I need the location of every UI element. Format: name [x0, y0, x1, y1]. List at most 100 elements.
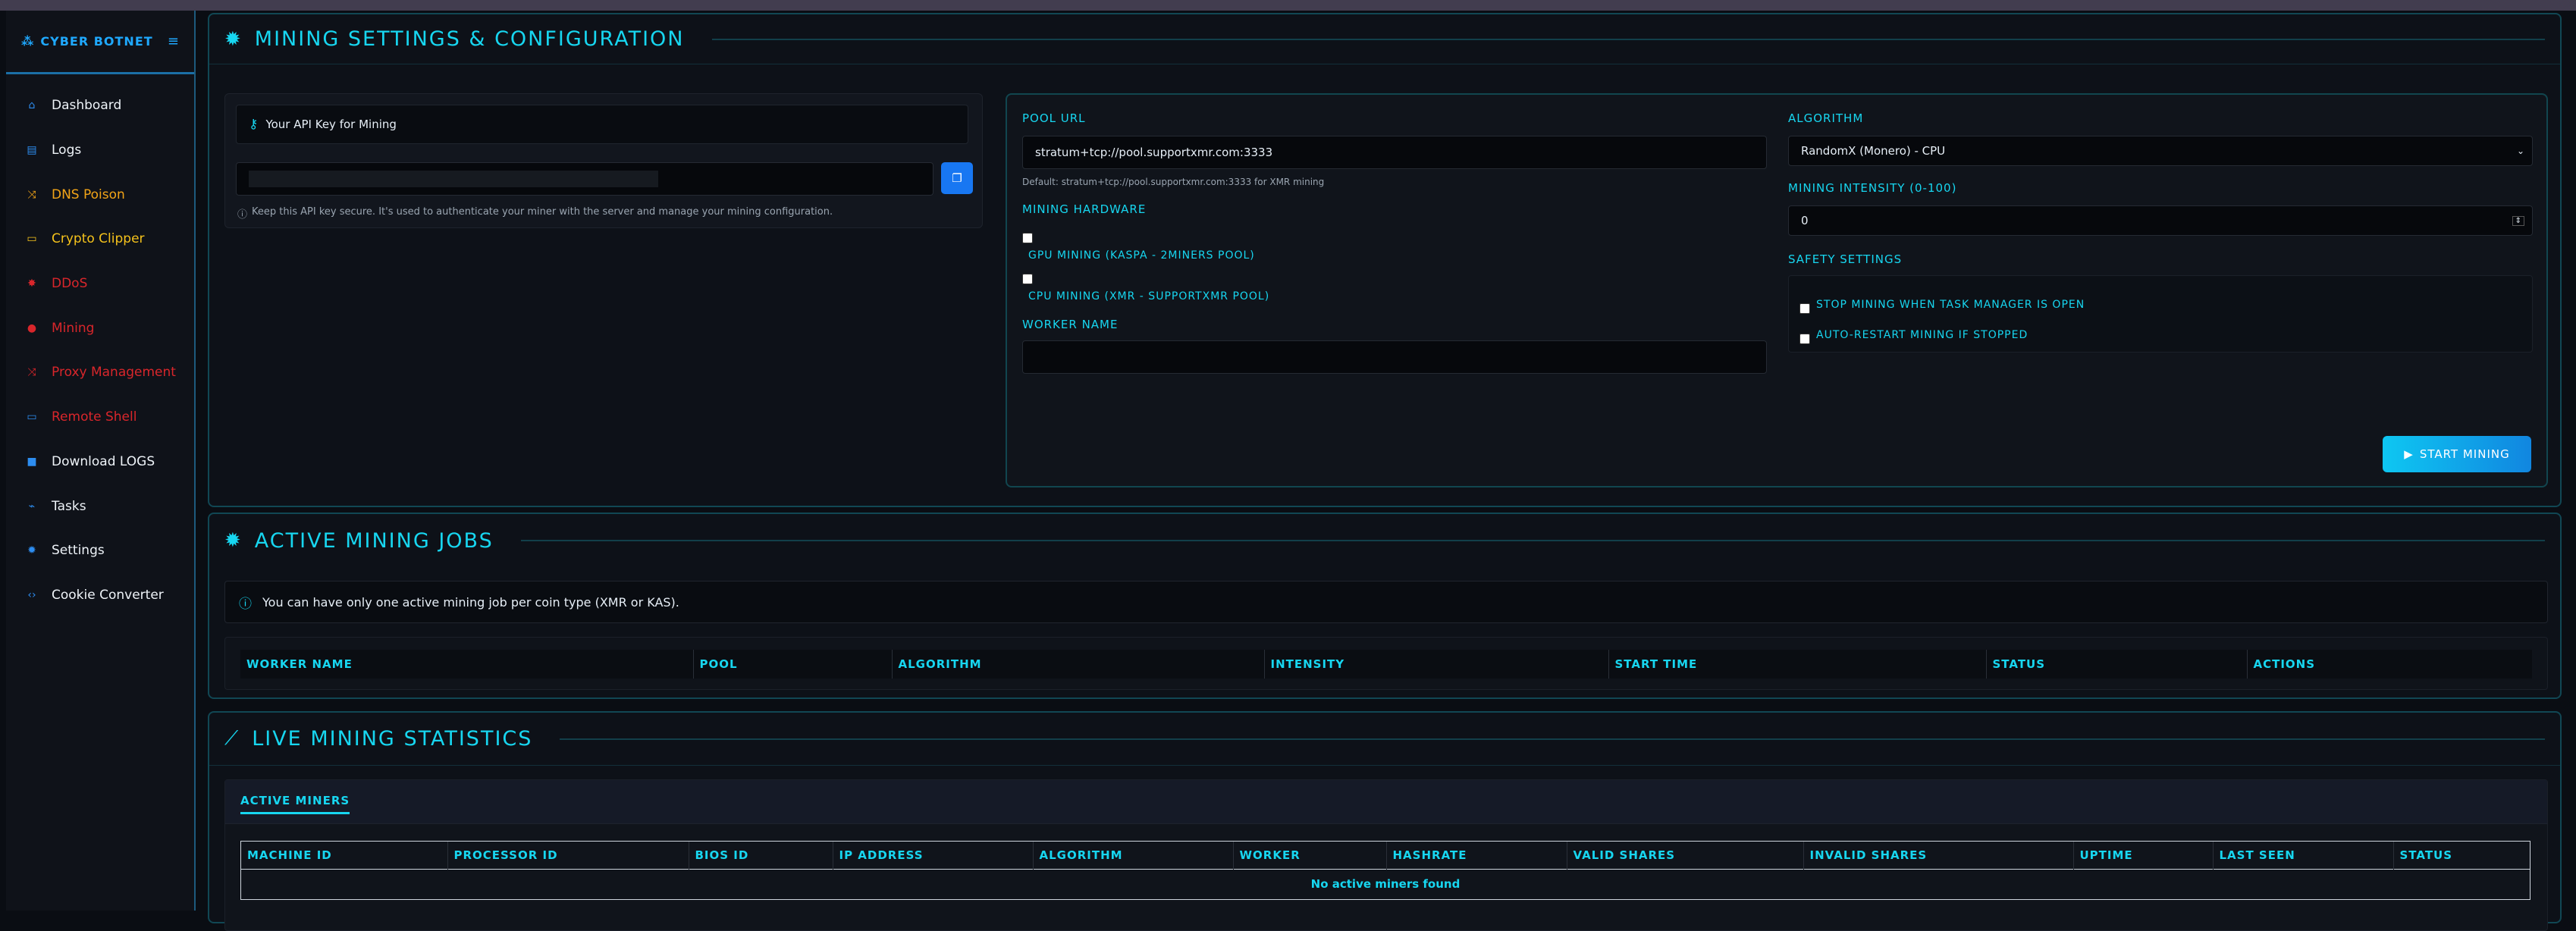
start-mining-label: START MINING	[2419, 447, 2510, 461]
card-icon: ▭	[27, 233, 37, 246]
key-icon: ⚷	[249, 117, 259, 132]
stats-card: ACTIVE MINERS MACHINE ID PROCESSOR ID BI…	[224, 779, 2548, 931]
title-divider	[520, 540, 2545, 541]
title-divider	[711, 38, 2545, 40]
info-icon: ⓘ	[239, 596, 252, 612]
stop-on-taskmgr-label[interactable]: STOP MINING WHEN TASK MANAGER IS OPEN	[1816, 299, 2085, 311]
sidebar-item-label: Mining	[52, 320, 95, 336]
tab-active-miners-label: ACTIVE MINERS	[240, 794, 350, 807]
info-icon: ⓘ	[237, 209, 248, 221]
live-stats-panel: ⟋ LIVE MINING STATISTICS ACTIVE MINERS M…	[208, 711, 2562, 931]
auto-restart-checkbox[interactable]	[1799, 334, 1810, 344]
sidebar-item-crypto-clipper[interactable]: ▭ Crypto Clipper	[6, 217, 194, 262]
square-icon: ■	[27, 455, 37, 468]
gpu-mining-checkbox[interactable]	[1022, 233, 1033, 243]
col-intensity[interactable]: INTENSITY	[1264, 650, 1609, 679]
pool-url-input[interactable]: stratum+tcp://pool.supportxmr.com:3333	[1022, 136, 1767, 169]
col-actions[interactable]: ACTIONS	[2247, 650, 2532, 679]
circle-icon: ●	[27, 321, 37, 334]
api-key-field[interactable]	[236, 162, 933, 196]
sidebar-item-ddos[interactable]: ✸ DDoS	[6, 262, 194, 306]
auto-restart-label[interactable]: AUTO-RESTART MINING IF STOPPED	[1816, 329, 2028, 341]
brand[interactable]: ⁂ CYBER BOTNET	[21, 34, 153, 49]
section-header: ✹ ACTIVE MINING JOBS	[209, 514, 2560, 567]
gpu-mining-label[interactable]: GPU MINING (KASPA - 2MINERS POOL)	[1028, 249, 1255, 262]
shuffle-icon: ⤨	[27, 366, 36, 379]
col-start-time[interactable]: START TIME	[1608, 650, 1987, 679]
api-key-card: ⚷ Your API Key for Mining ❐ ⓘ Keep this …	[224, 93, 983, 228]
col-pool[interactable]: POOL	[693, 650, 893, 679]
col-ip-address[interactable]: IP ADDRESS	[833, 842, 1034, 869]
shuffle-icon: ⤨	[27, 188, 36, 201]
pool-url-value: stratum+tcp://pool.supportxmr.com:3333	[1035, 146, 1273, 159]
col-worker[interactable]: WORKER	[1233, 842, 1387, 869]
col-status[interactable]: STATUS	[2393, 842, 2530, 869]
col-bios-id[interactable]: BIOS ID	[689, 842, 833, 869]
sidebar-item-logs[interactable]: ▤ Logs	[6, 128, 194, 173]
hamburger-icon[interactable]: ≡	[168, 33, 179, 49]
copy-icon: ❐	[952, 171, 962, 185]
col-status[interactable]: STATUS	[1986, 650, 2248, 679]
start-mining-button[interactable]: ▶ START MINING	[2383, 436, 2531, 472]
tab-active-miners[interactable]: ACTIVE MINERS	[240, 794, 350, 814]
api-key-mask	[249, 171, 658, 187]
sidebar-item-dashboard[interactable]: ⌂ Dashboard	[6, 83, 194, 128]
worker-name-label: WORKER NAME	[1022, 318, 1119, 331]
api-key-note-text: Keep this API key secure. It's used to a…	[252, 206, 833, 218]
sidebar-item-mining[interactable]: ● Mining	[6, 306, 194, 350]
stepper-icon[interactable]: ⇕	[2512, 215, 2524, 226]
col-worker-name[interactable]: WORKER NAME	[240, 650, 694, 679]
gear-icon: ✹	[224, 529, 243, 552]
col-machine-id[interactable]: MACHINE ID	[241, 842, 448, 869]
hardware-label: MINING HARDWARE	[1022, 202, 1147, 216]
sidebar-item-proxy-management[interactable]: ⤨ Proxy Management	[6, 350, 194, 395]
network-icon: ⁂	[21, 34, 35, 49]
copy-button[interactable]: ❐	[941, 162, 973, 194]
sidebar-item-cookie-converter[interactable]: ‹› Cookie Converter	[6, 573, 194, 618]
api-key-label: Your API Key for Mining	[265, 118, 397, 131]
api-key-header: ⚷ Your API Key for Mining	[236, 105, 968, 144]
chart-icon: ⌁	[28, 500, 36, 513]
sidebar-header: ⁂ CYBER BOTNET ≡	[6, 11, 194, 74]
jobs-table: WORKER NAME POOL ALGORITHM INTENSITY STA…	[240, 650, 2532, 679]
jobs-table-wrap: WORKER NAME POOL ALGORITHM INTENSITY STA…	[224, 637, 2548, 690]
jobs-info-box: ⓘ You can have only one active mining jo…	[224, 581, 2548, 623]
monitor-icon: ▭	[27, 411, 37, 424]
sidebar-item-label: Settings	[52, 543, 105, 559]
sidebar-item-label: Proxy Management	[52, 365, 176, 381]
col-invalid-shares[interactable]: INVALID SHARES	[1803, 842, 2074, 869]
cpu-mining-label[interactable]: CPU MINING (XMR - SUPPORTXMR POOL)	[1028, 290, 1269, 302]
intensity-label: MINING INTENSITY (0-100)	[1788, 181, 1957, 195]
sidebar-item-remote-shell[interactable]: ▭ Remote Shell	[6, 395, 194, 440]
algorithm-value: RandomX (Monero) - CPU	[1801, 144, 1946, 158]
algorithm-label: ALGORITHM	[1788, 111, 1864, 125]
worker-name-input[interactable]	[1022, 340, 1767, 374]
intensity-input[interactable]: 0 ⇕	[1788, 205, 2533, 236]
stop-on-taskmgr-checkbox[interactable]	[1799, 303, 1810, 314]
sidebar-item-download-logs[interactable]: ■ Download LOGS	[6, 440, 194, 484]
sidebar-item-tasks[interactable]: ⌁ Tasks	[6, 484, 194, 528]
cpu-mining-checkbox[interactable]	[1022, 274, 1033, 284]
col-uptime[interactable]: UPTIME	[2073, 842, 2214, 869]
col-algorithm[interactable]: ALGORITHM	[892, 650, 1265, 679]
sidebar-item-label: Logs	[52, 143, 82, 158]
sidebar-item-label: Download LOGS	[52, 453, 155, 469]
sidebar-item-settings[interactable]: ✹ Settings	[6, 528, 194, 573]
sidebar-item-label: DNS Poison	[52, 187, 125, 202]
col-hashrate[interactable]: HASHRATE	[1386, 842, 1567, 869]
col-last-seen[interactable]: LAST SEEN	[2213, 842, 2394, 869]
miners-table-wrap: MACHINE ID PROCESSOR ID BIOS ID IP ADDRE…	[240, 841, 2531, 900]
col-algorithm[interactable]: ALGORITHM	[1033, 842, 1234, 869]
algorithm-select[interactable]: RandomX (Monero) - CPU ⌄	[1788, 136, 2533, 166]
col-valid-shares[interactable]: VALID SHARES	[1567, 842, 1804, 869]
section-header: ✹ MINING SETTINGS & CONFIGURATION	[209, 14, 2560, 64]
home-icon: ⌂	[28, 99, 36, 112]
section-title: MINING SETTINGS & CONFIGURATION	[254, 27, 685, 51]
col-processor-id[interactable]: PROCESSOR ID	[447, 842, 689, 869]
miners-header-row: MACHINE ID PROCESSOR ID BIOS ID IP ADDRE…	[241, 842, 2530, 869]
api-key-note: ⓘ Keep this API key secure. It's used to…	[237, 206, 833, 221]
gear-icon: ✹	[224, 27, 243, 51]
empty-state-text: No active miners found	[1310, 877, 1461, 892]
mining-config-card: POOL URL stratum+tcp://pool.supportxmr.c…	[1006, 93, 2548, 487]
sidebar-item-dns-poison[interactable]: ⤨ DNS Poison	[6, 172, 194, 217]
